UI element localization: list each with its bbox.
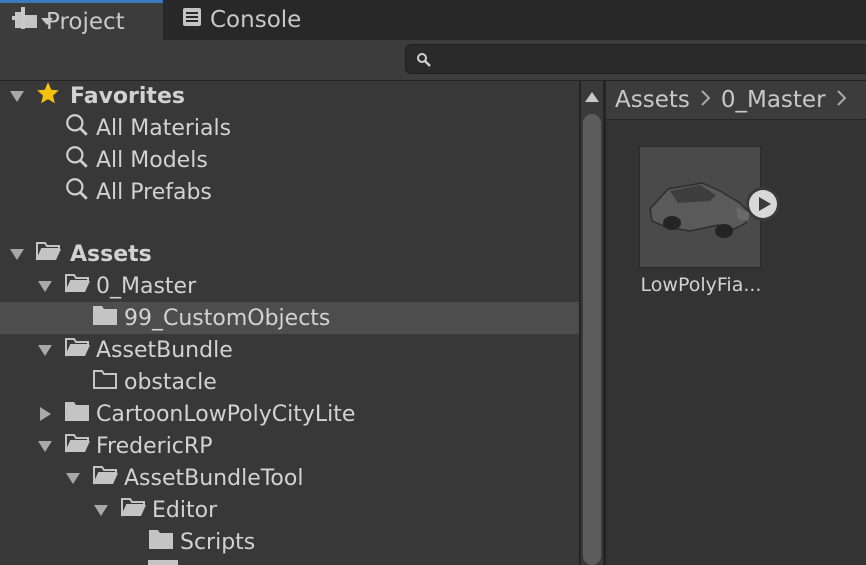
search-icon	[416, 52, 432, 72]
folder-icon	[148, 528, 174, 556]
play-icon	[749, 190, 777, 218]
open-folder-icon	[120, 496, 148, 524]
tree-item-cartoonlowpolycitylite[interactable]: CartoonLowPolyCityLite	[0, 398, 579, 430]
chevron-right-icon	[700, 87, 712, 113]
tree-label: Favorites	[70, 83, 185, 109]
open-folder-icon	[92, 464, 120, 492]
search-input[interactable]	[405, 44, 866, 74]
tree-item-scripts[interactable]: Scripts	[0, 526, 579, 558]
tree-label: All Models	[96, 147, 208, 173]
breadcrumb-item-assets[interactable]: Assets	[615, 87, 690, 113]
tree-item-0-master[interactable]: 0_Master	[0, 270, 579, 302]
scroll-up-icon[interactable]	[584, 88, 600, 107]
chevron-down-icon	[40, 11, 54, 30]
expand-arrow-icon[interactable]	[8, 245, 26, 263]
tree-item-editor[interactable]: Editor	[0, 494, 579, 526]
asset-label: LowPolyFia...	[640, 274, 762, 296]
tree-label: CartoonLowPolyCityLite	[96, 401, 356, 427]
tree-label: AssetBundleTool	[124, 465, 304, 491]
folder-icon	[148, 560, 178, 565]
folder-icon	[64, 400, 90, 428]
breadcrumb: Assets 0_Master	[606, 81, 866, 120]
chevron-right-icon	[836, 87, 848, 113]
tree-item-99-customobjects[interactable]: 99_CustomObjects	[0, 302, 579, 334]
search-icon	[64, 112, 90, 144]
collapsed-arrow-icon[interactable]	[36, 405, 54, 423]
asset-thumbnail[interactable]	[639, 146, 761, 268]
expand-arrow-icon[interactable]	[36, 277, 54, 295]
tree-label: Assets	[70, 241, 152, 267]
open-folder-icon	[64, 336, 92, 364]
breadcrumb-item-0-master[interactable]: 0_Master	[721, 87, 826, 113]
expand-arrow-icon[interactable]	[64, 469, 82, 487]
play-button[interactable]	[746, 187, 780, 221]
console-icon	[182, 7, 202, 33]
tree-label: 99_CustomObjects	[124, 305, 331, 331]
create-button[interactable]	[10, 5, 66, 35]
tree-item-obstacle[interactable]: obstacle	[0, 366, 579, 398]
search-icon	[64, 176, 90, 208]
tree-item-assetbundle[interactable]: AssetBundle	[0, 334, 579, 366]
tree-label: All Prefabs	[96, 179, 212, 205]
tree-item-favorites[interactable]: Favorites	[0, 80, 579, 112]
tree-label: Scripts	[180, 529, 256, 555]
open-folder-icon	[64, 432, 92, 460]
expand-arrow-icon[interactable]	[36, 341, 54, 359]
tree-item-all-materials[interactable]: All Materials	[0, 112, 579, 144]
tree-label: Editor	[152, 497, 218, 523]
empty-folder-icon	[92, 368, 118, 396]
folder-icon	[92, 304, 118, 332]
tree-label: All Materials	[96, 115, 232, 141]
tree-label: obstacle	[124, 369, 217, 395]
tree-item-all-prefabs[interactable]: All Prefabs	[0, 176, 579, 208]
tree-item-fredericrp[interactable]: FredericRP	[0, 430, 579, 462]
tree-item-all-models[interactable]: All Models	[0, 144, 579, 176]
tree-item-assets[interactable]: Assets	[0, 238, 579, 270]
open-folder-icon	[35, 240, 63, 268]
tree-item-assetbundletool[interactable]: AssetBundleTool	[0, 462, 579, 494]
tab-console-label: Console	[210, 7, 302, 33]
search-icon	[64, 144, 90, 176]
expand-arrow-icon[interactable]	[92, 501, 110, 519]
expand-arrow-icon[interactable]	[36, 437, 54, 455]
scrollbar-thumb[interactable]	[583, 114, 601, 565]
car-model-icon	[649, 182, 750, 238]
tree-label: 0_Master	[96, 273, 197, 299]
tree-label: FredericRP	[96, 433, 213, 459]
plus-icon	[10, 5, 36, 35]
tab-console[interactable]: Console	[164, 0, 324, 40]
open-folder-icon	[64, 272, 92, 300]
tree-label: AssetBundle	[96, 337, 233, 363]
star-icon	[35, 80, 61, 112]
expand-arrow-icon[interactable]	[8, 87, 26, 105]
